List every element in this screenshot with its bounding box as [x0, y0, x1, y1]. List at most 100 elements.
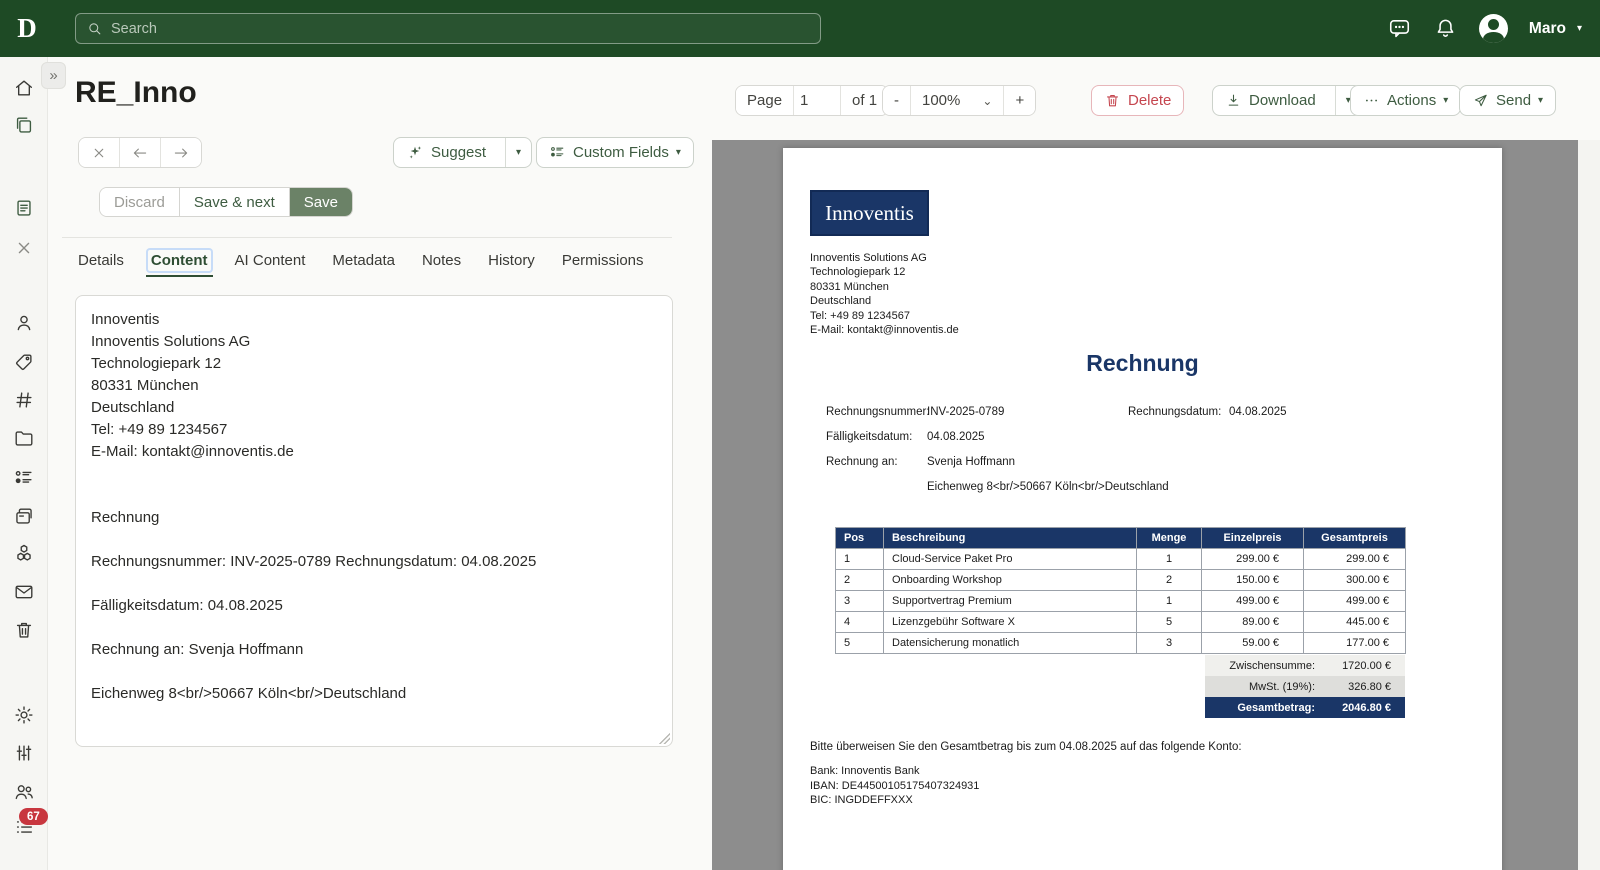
previous-document-button[interactable]	[119, 138, 160, 167]
sidebar-item-checklist[interactable]	[13, 467, 35, 489]
tab-content[interactable]: Content	[145, 250, 213, 277]
total-label: Zwischensumme:	[1229, 659, 1315, 672]
sidebar-item-users[interactable]	[13, 781, 35, 803]
content-textarea[interactable]: Innoventis Innoventis Solutions AG Techn…	[75, 295, 673, 747]
chevrons-right-icon: »	[49, 67, 58, 84]
document-nav-group	[78, 137, 202, 168]
bank-line: Bank: Innoventis Bank	[810, 765, 920, 777]
invoice-table-cell: 3	[835, 590, 884, 612]
invoice-table-cell: 150.00 €	[1201, 569, 1304, 591]
total-label: MwSt. (19%):	[1248, 680, 1315, 693]
tab-history[interactable]: History	[485, 250, 538, 271]
person-icon	[17, 315, 31, 331]
invoice-meta-row: Rechnungsnummer: INV-2025-0789 Rechnungsda…	[826, 406, 1466, 420]
notifications-bell-icon[interactable]	[1433, 16, 1458, 41]
sidebar-expand-button[interactable]: »	[41, 62, 66, 89]
meta-value: 04.08.2025	[927, 431, 985, 443]
task-count-badge: 67	[19, 808, 48, 825]
download-split-button: Download ▾	[1212, 85, 1362, 116]
save-button[interactable]: Save	[288, 188, 352, 216]
chat-icon[interactable]	[1387, 16, 1412, 41]
viewer-scroll-track[interactable]	[1578, 140, 1600, 870]
sidebar-item-close[interactable]	[13, 237, 35, 259]
invoice-footer-note: Bitte überweisen Sie den Gesamtbetrag bi…	[810, 741, 1242, 753]
sidebar-item-settings[interactable]	[13, 704, 35, 726]
tab-notes[interactable]: Notes	[419, 250, 464, 271]
tab-metadata[interactable]: Metadata	[329, 250, 398, 271]
invoice-table-cell: Onboarding Workshop	[883, 569, 1137, 591]
invoice-column-header: Beschreibung	[883, 527, 1137, 549]
zoom-level-value: 100%	[922, 92, 961, 109]
meta-label: Rechnung an:	[826, 456, 898, 468]
suggest-split-button: Suggest ▾	[393, 137, 533, 168]
suggest-button[interactable]: Suggest	[394, 138, 498, 167]
sidebar-item-contacts[interactable]	[13, 312, 35, 334]
sidebar-item-modules[interactable]	[13, 542, 35, 564]
delete-label: Delete	[1128, 92, 1172, 109]
send-button[interactable]: Send ▾	[1459, 85, 1557, 116]
invoice-table-cell: 499.00 €	[1201, 590, 1304, 612]
invoice-column-header: Einzelpreis	[1201, 527, 1304, 549]
custom-fields-label: Custom Fields	[573, 144, 669, 161]
user-name[interactable]: Maro	[1529, 20, 1566, 38]
user-menu-caret-icon[interactable]: ▾	[1577, 23, 1582, 34]
sender-line: Tel: +49 89 1234567	[810, 309, 911, 322]
checklist-icon	[15, 470, 32, 484]
invoice-table-cell: 445.00 €	[1303, 611, 1406, 633]
discard-button[interactable]: Discard	[100, 188, 179, 216]
search-input[interactable]	[111, 20, 810, 37]
invoice-table-row: 5 Datensicherung monatlich 3 59.00 €177.00 …	[835, 632, 1406, 654]
sidebar-item-documents[interactable]	[13, 114, 35, 136]
invoice-table-cell: 5	[1136, 611, 1202, 633]
save-button-group: Discard Save & next Save	[99, 187, 353, 217]
textarea-resize-handle[interactable]	[659, 733, 670, 744]
close-document-button[interactable]	[79, 138, 119, 167]
sidebar-item-note[interactable]	[13, 197, 35, 219]
save-and-next-button[interactable]: Save & next	[178, 188, 289, 216]
sidebar-item-cards[interactable]	[13, 505, 35, 527]
zoom-out-button[interactable]: -	[883, 86, 910, 115]
invoice-table-cell: 2	[1136, 569, 1202, 591]
user-avatar[interactable]	[1478, 14, 1508, 43]
sidebar-item-numbers[interactable]	[13, 389, 35, 411]
tab-details[interactable]: Details	[75, 250, 127, 271]
zoom-level-select[interactable]: 100% ⌄	[910, 86, 1004, 115]
sidebar-item-home[interactable]	[13, 77, 35, 99]
invoice-table-cell: 299.00 €	[1303, 548, 1406, 570]
total-label: Gesamtbetrag:	[1237, 701, 1315, 714]
page-number-cell	[793, 86, 841, 115]
total-value: 2046.80 €	[1342, 701, 1391, 714]
close-icon	[94, 148, 104, 157]
tab-permissions[interactable]: Permissions	[559, 250, 647, 271]
sidebar-item-filters[interactable]	[13, 742, 35, 764]
mail-icon	[15, 585, 33, 599]
invoice-total-row: MwSt. (19%): 326.80 €	[1205, 676, 1405, 697]
actions-button[interactable]: Actions ▾	[1350, 85, 1462, 116]
custom-fields-icon	[551, 147, 564, 157]
invoice-table-cell: 2	[835, 569, 884, 591]
sidebar-item-trash[interactable]	[13, 619, 35, 641]
sparkles-icon	[409, 145, 422, 158]
suggest-menu-button[interactable]: ▾	[505, 138, 531, 167]
bank-line: IBAN: DE44500105175407324931	[810, 779, 980, 792]
custom-fields-button[interactable]: Custom Fields ▾	[536, 137, 694, 168]
tab-ai-content[interactable]: AI Content	[232, 250, 309, 271]
page-number-input[interactable]	[800, 92, 835, 109]
sender-block: Innoventis Solutions AG Technologiepark 1…	[810, 251, 959, 337]
next-document-button[interactable]	[160, 138, 201, 167]
meta-label: Rechnungsdatum:	[1128, 406, 1222, 418]
send-plane-icon	[1474, 94, 1487, 107]
document-viewer: Innoventis Innoventis Solutions AG Techno…	[712, 140, 1578, 870]
sender-line: 80331 München	[810, 280, 889, 293]
suggest-label: Suggest	[431, 144, 487, 161]
caret-down-icon: ▾	[1538, 94, 1544, 106]
invoice-total-row: Gesamtbetrag: 2046.80 €	[1205, 697, 1405, 718]
sidebar-item-mail[interactable]	[13, 581, 35, 603]
sender-line: E-Mail: kontakt@innoventis.de	[810, 324, 959, 337]
sidebar-item-folders[interactable]	[13, 427, 35, 449]
download-button[interactable]: Download	[1213, 86, 1328, 115]
delete-button[interactable]: Delete	[1091, 85, 1185, 116]
zoom-in-button[interactable]: +	[1003, 86, 1036, 115]
app-logo[interactable]: D	[12, 13, 42, 43]
sidebar-item-tags[interactable]	[13, 351, 35, 373]
